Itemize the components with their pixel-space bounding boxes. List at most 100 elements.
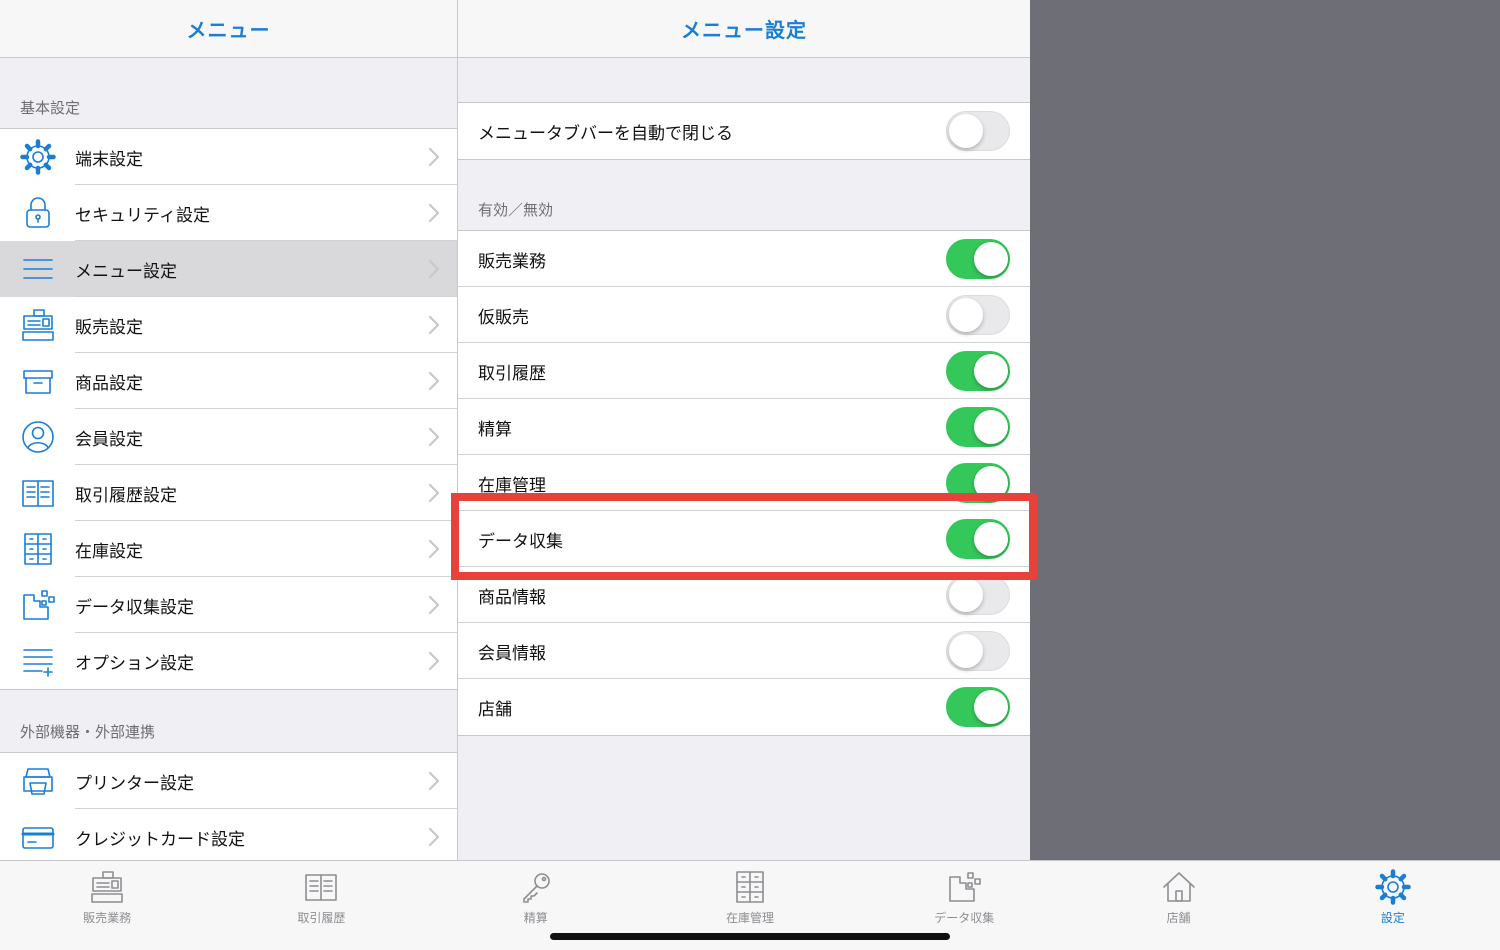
sidebar-item-label: プリンター設定 bbox=[75, 773, 194, 794]
chevron bbox=[411, 427, 457, 447]
tab-item[interactable]: 店舗 bbox=[1071, 861, 1285, 950]
toggle-knob bbox=[974, 410, 1008, 444]
sidebar-item[interactable]: 端末設定 bbox=[0, 129, 457, 185]
feature-toggle[interactable] bbox=[946, 407, 1010, 447]
house-icon bbox=[1162, 872, 1195, 902]
tab-label: 在庫管理 bbox=[725, 911, 774, 925]
item-icon bbox=[0, 419, 75, 455]
chevron-right-icon bbox=[428, 539, 440, 559]
item-icon bbox=[0, 307, 75, 343]
box-icon bbox=[22, 370, 53, 394]
sidebar-item[interactable]: セキュリティ設定 bbox=[0, 185, 457, 241]
item-icon bbox=[0, 763, 75, 799]
item-icon bbox=[0, 475, 75, 511]
feature-toggle[interactable] bbox=[946, 239, 1010, 279]
menu-settings-pane: メニュー設定 メニュータブバーを自動で閉じる 有効／無効 販売業務 仮販売 取引… bbox=[458, 0, 1030, 860]
sidebar-title: メニュー bbox=[186, 18, 271, 42]
register-icon bbox=[91, 871, 123, 903]
sidebar-item[interactable]: 取引履歴設定 bbox=[0, 465, 457, 521]
menu-lines-icon bbox=[22, 259, 53, 279]
toggle-row: データ収集 bbox=[458, 511, 1030, 567]
item-icon bbox=[0, 139, 75, 175]
tab-label: データ収集 bbox=[934, 911, 995, 925]
tab-item[interactable]: 取引履歴 bbox=[214, 861, 428, 950]
chevron bbox=[411, 771, 457, 791]
sidebar-item-label: オプション設定 bbox=[75, 653, 194, 674]
menu-sidebar: メニュー 基本設定 端末設定 セキュリティ設定 メニュー設定 販売設定 商品設定… bbox=[0, 0, 458, 860]
toggle-knob bbox=[949, 114, 983, 148]
tab-item[interactable]: 設定 bbox=[1286, 861, 1500, 950]
chevron-right-icon bbox=[428, 651, 440, 671]
item-icon bbox=[0, 363, 75, 399]
sidebar-sections: 基本設定 端末設定 セキュリティ設定 メニュー設定 販売設定 商品設定 会員設定… bbox=[0, 58, 457, 860]
chevron-right-icon bbox=[428, 371, 440, 391]
toggle-label: 仮販売 bbox=[478, 307, 529, 328]
chevron-right-icon bbox=[428, 147, 440, 167]
feature-toggle[interactable] bbox=[946, 351, 1010, 391]
toggle-row: 取引履歴 bbox=[458, 343, 1030, 399]
toggle-label: データ収集 bbox=[478, 531, 563, 552]
section-header: 基本設定 bbox=[20, 99, 81, 117]
chevron bbox=[411, 483, 457, 503]
item-icon bbox=[0, 251, 75, 287]
chevron bbox=[411, 595, 457, 615]
tab-label: 販売業務 bbox=[83, 911, 132, 925]
sidebar-item[interactable]: 商品設定 bbox=[0, 353, 457, 409]
feature-toggle[interactable] bbox=[946, 687, 1010, 727]
auto-close-group: メニュータブバーを自動で閉じる bbox=[458, 102, 1030, 160]
chevron bbox=[411, 539, 457, 559]
chevron bbox=[411, 259, 457, 279]
item-icon bbox=[0, 531, 75, 567]
feature-toggle[interactable] bbox=[946, 463, 1010, 503]
list-plus-icon bbox=[22, 649, 53, 677]
toggle-knob bbox=[974, 354, 1008, 388]
item-icon bbox=[0, 643, 75, 679]
toggle-knob bbox=[949, 634, 983, 668]
sidebar-item[interactable]: データ収集設定 bbox=[0, 577, 457, 633]
settings-group: 端末設定 セキュリティ設定 メニュー設定 販売設定 商品設定 会員設定 取引履歴… bbox=[0, 128, 457, 690]
toggle-row: 店舗 bbox=[458, 679, 1030, 735]
toggle-label: 会員情報 bbox=[478, 643, 546, 664]
item-icon bbox=[0, 195, 75, 231]
book-icon bbox=[21, 480, 54, 507]
sidebar-item[interactable]: メニュー設定 bbox=[0, 241, 457, 297]
chevron-right-icon bbox=[428, 203, 440, 223]
sidebar-item[interactable]: 会員設定 bbox=[0, 409, 457, 465]
sidebar-item[interactable]: プリンター設定 bbox=[0, 753, 457, 809]
feature-toggle[interactable] bbox=[946, 519, 1010, 559]
chevron-right-icon bbox=[428, 595, 440, 615]
toggle-row: 販売業務 bbox=[458, 231, 1030, 287]
data-collect-icon bbox=[22, 590, 55, 620]
register-icon bbox=[21, 309, 54, 341]
feature-toggle[interactable] bbox=[946, 575, 1010, 615]
tab-item[interactable]: 販売業務 bbox=[0, 861, 214, 950]
gear-icon bbox=[1375, 869, 1411, 905]
feature-toggle[interactable] bbox=[946, 295, 1010, 335]
toggle-row: 商品情報 bbox=[458, 567, 1030, 623]
auto-close-toggle[interactable] bbox=[946, 111, 1010, 151]
sidebar-item[interactable]: 在庫設定 bbox=[0, 521, 457, 577]
feature-toggle[interactable] bbox=[946, 631, 1010, 671]
toggle-row: 仮販売 bbox=[458, 287, 1030, 343]
sidebar-item[interactable]: クレジットカード設定 bbox=[0, 809, 457, 860]
section-header-enable: 有効／無効 bbox=[478, 201, 554, 219]
toggle-knob bbox=[949, 578, 983, 612]
sidebar-item[interactable]: 販売設定 bbox=[0, 297, 457, 353]
toggle-row: 会員情報 bbox=[458, 623, 1030, 679]
toggle-row: 精算 bbox=[458, 399, 1030, 455]
toggle-knob bbox=[974, 466, 1008, 500]
sidebar-item-label: 会員設定 bbox=[75, 429, 143, 450]
sidebar-item-label: クレジットカード設定 bbox=[75, 829, 245, 850]
toggle-label: 在庫管理 bbox=[478, 475, 546, 496]
toggle-row: 在庫管理 bbox=[458, 455, 1030, 511]
toggle-knob bbox=[974, 242, 1008, 276]
tab-label: 設定 bbox=[1380, 911, 1405, 925]
enable-toggle-group: 販売業務 仮販売 取引履歴 精算 在庫管理 データ収集 商品情報 会員情報 店舗 bbox=[458, 230, 1030, 736]
sidebar-item[interactable]: オプション設定 bbox=[0, 633, 457, 689]
chevron-right-icon bbox=[428, 315, 440, 335]
data-collect-icon bbox=[949, 872, 982, 902]
toggle-row-auto-close: メニュータブバーを自動で閉じる bbox=[458, 103, 1030, 159]
chevron bbox=[411, 203, 457, 223]
sidebar-item-label: 販売設定 bbox=[75, 317, 143, 338]
toggle-label: 店舗 bbox=[478, 699, 512, 720]
